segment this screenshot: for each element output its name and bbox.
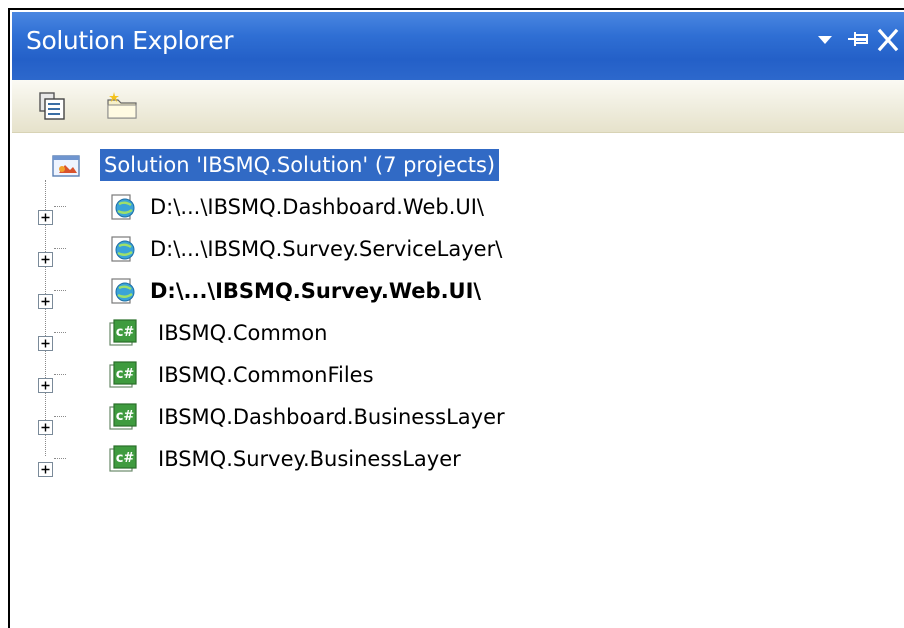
expand-plus-icon[interactable] <box>38 199 53 225</box>
csharp-project-icon: c# <box>106 401 138 433</box>
expand-plus-icon[interactable] <box>38 325 53 351</box>
expand-plus-icon[interactable] <box>38 283 53 309</box>
tree-node-label: D:\...\IBSMQ.Survey.ServiceLayer\ <box>150 237 503 261</box>
tree-node-project[interactable]: D:\...\IBSMQ.Dashboard.Web.UI\ <box>10 188 890 226</box>
properties-icon[interactable] <box>36 90 68 122</box>
web-project-icon <box>106 191 138 223</box>
expand-plus-icon[interactable] <box>38 241 53 267</box>
expand-plus-icon[interactable] <box>38 451 53 477</box>
tree-branch-line <box>54 206 66 208</box>
svg-text:c#: c# <box>116 325 135 340</box>
web-project-icon <box>106 233 138 265</box>
show-all-files-icon[interactable] <box>104 90 137 122</box>
dropdown-arrow-icon[interactable] <box>810 22 842 58</box>
solution-tree: Solution 'IBSMQ.Solution' (7 projects) D… <box>10 134 904 628</box>
tree-branch-line <box>54 416 66 418</box>
tree-branch-line <box>54 374 66 376</box>
csharp-project-icon: c# <box>106 443 138 475</box>
tree-node-label: D:\...\IBSMQ.Dashboard.Web.UI\ <box>150 195 485 219</box>
tree-node-project[interactable]: c# IBSMQ.Survey.BusinessLayer <box>10 440 890 478</box>
csharp-project-icon: c# <box>106 359 138 391</box>
tree-node-label: D:\...\IBSMQ.Survey.Web.UI\ <box>150 279 482 303</box>
pin-icon[interactable] <box>842 22 874 58</box>
tree-node-solution[interactable]: Solution 'IBSMQ.Solution' (7 projects) <box>10 146 610 184</box>
tree-node-project[interactable]: D:\...\IBSMQ.Survey.ServiceLayer\ <box>10 230 890 268</box>
expand-plus-icon[interactable] <box>38 367 53 393</box>
tree-branch-line <box>54 458 66 460</box>
svg-text:c#: c# <box>116 367 135 382</box>
web-project-icon <box>106 275 138 307</box>
tree-node-label: Solution 'IBSMQ.Solution' (7 projects) <box>100 149 500 181</box>
expand-plus-icon[interactable] <box>38 409 53 435</box>
solution-icon <box>50 149 82 181</box>
tree-node-label: IBSMQ.CommonFiles <box>158 363 374 387</box>
close-icon[interactable] <box>872 22 904 58</box>
svg-text:c#: c# <box>116 409 135 424</box>
window-title: Solution Explorer <box>26 26 234 55</box>
tree-node-project-startup[interactable]: D:\...\IBSMQ.Survey.Web.UI\ <box>10 272 890 310</box>
tree-node-label: IBSMQ.Survey.BusinessLayer <box>158 447 461 471</box>
tree-node-label: IBSMQ.Common <box>158 321 328 345</box>
tree-node-label: IBSMQ.Dashboard.BusinessLayer <box>158 405 505 429</box>
csharp-project-icon: c# <box>106 317 138 349</box>
solution-explorer-panel: Solution Explorer Solution 'IBSMQ.Soluti… <box>8 8 904 628</box>
tree-node-project[interactable]: c# IBSMQ.CommonFiles <box>10 356 890 394</box>
tree-branch-line <box>54 248 66 250</box>
tree-branch-line <box>54 332 66 334</box>
tree-node-project[interactable]: c# IBSMQ.Common <box>10 314 890 352</box>
tree-node-project[interactable]: c# IBSMQ.Dashboard.BusinessLayer <box>10 398 890 436</box>
svg-text:c#: c# <box>116 451 135 466</box>
toolbar <box>12 80 904 133</box>
title-bar: Solution Explorer <box>12 12 904 80</box>
tree-branch-line <box>54 290 66 292</box>
